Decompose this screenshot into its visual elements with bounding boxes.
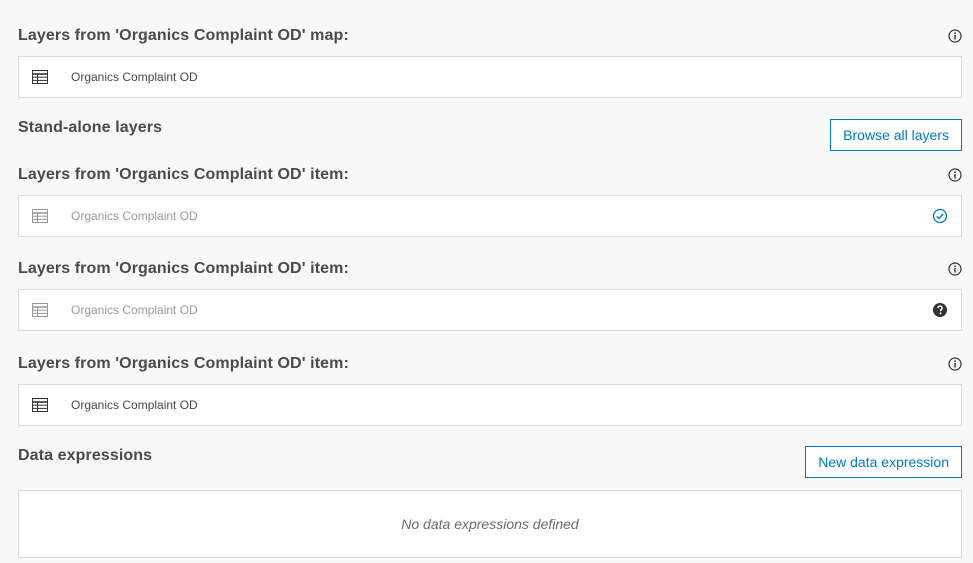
item-layers-title: Layers from 'Organics Complaint OD' item… bbox=[18, 166, 349, 183]
data-expressions-header: Data expressions bbox=[18, 446, 152, 466]
map-layers-title: Layers from 'Organics Complaint OD' map: bbox=[18, 27, 349, 44]
info-icon[interactable] bbox=[948, 29, 962, 43]
standalone-title: Stand-alone layers bbox=[18, 119, 163, 136]
info-icon[interactable] bbox=[948, 262, 962, 276]
item-layers-header-2: Layers from 'Organics Complaint OD' item… bbox=[18, 259, 962, 279]
info-icon[interactable] bbox=[948, 168, 962, 182]
item-layers-title: Layers from 'Organics Complaint OD' item… bbox=[18, 355, 349, 372]
data-expressions-list: No data expressions defined bbox=[18, 490, 962, 558]
selected-check-icon bbox=[932, 208, 948, 224]
layer-item-item[interactable]: Organics Complaint OD bbox=[18, 384, 962, 426]
layer-item-selected[interactable]: Organics Complaint OD bbox=[18, 195, 962, 237]
new-data-expression-button[interactable]: New data expression bbox=[805, 446, 962, 478]
table-icon bbox=[32, 70, 48, 84]
item-layers-title: Layers from 'Organics Complaint OD' item… bbox=[18, 260, 349, 277]
layer-name: Organics Complaint OD bbox=[71, 209, 198, 223]
map-layers-header: Layers from 'Organics Complaint OD' map: bbox=[18, 26, 962, 46]
item-layers-header-1: Layers from 'Organics Complaint OD' item… bbox=[18, 165, 962, 185]
table-icon bbox=[32, 209, 48, 223]
question-icon[interactable] bbox=[932, 302, 948, 318]
browse-all-layers-button[interactable]: Browse all layers bbox=[830, 119, 962, 151]
standalone-header: Stand-alone layers bbox=[18, 118, 162, 138]
table-icon bbox=[32, 303, 48, 317]
layer-item-unavailable[interactable]: Organics Complaint OD bbox=[18, 289, 962, 331]
item-layers-header-3: Layers from 'Organics Complaint OD' item… bbox=[18, 354, 962, 374]
layer-name: Organics Complaint OD bbox=[71, 303, 198, 317]
table-icon bbox=[32, 398, 48, 412]
layer-name: Organics Complaint OD bbox=[71, 398, 198, 412]
info-icon[interactable] bbox=[948, 357, 962, 371]
data-expressions-title: Data expressions bbox=[18, 447, 153, 464]
empty-state-text: No data expressions defined bbox=[401, 516, 579, 532]
layer-name: Organics Complaint OD bbox=[71, 70, 198, 84]
layer-item-map[interactable]: Organics Complaint OD bbox=[18, 56, 962, 98]
